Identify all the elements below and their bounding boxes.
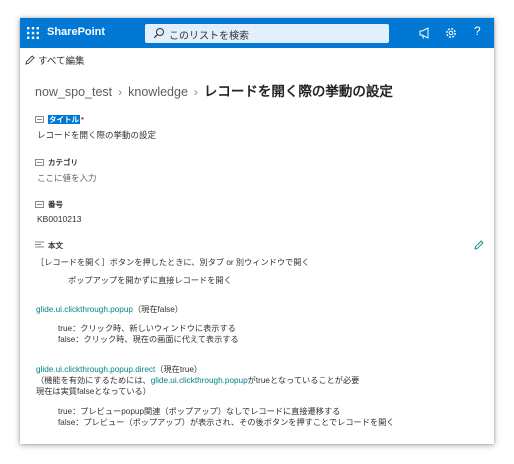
sharepoint-window: SharePoint このリストを検索 ? すべて編集 now_spo_test… — [20, 18, 494, 444]
app-brand[interactable]: SharePoint — [47, 26, 105, 38]
body-paragraph-1-heading: glide.ui.clickthrough.popup（現在false） — [36, 303, 183, 315]
search-placeholder: このリストを検索 — [169, 31, 249, 42]
breadcrumb: now_spo_test › knowledge › レコードを開く際の挙動の設定 — [35, 80, 393, 101]
field-text-icon — [35, 201, 44, 208]
rich-text-icon — [35, 241, 44, 251]
title-label-text: タイトル — [48, 115, 80, 124]
pencil-icon — [25, 55, 35, 65]
app-launcher-icon[interactable] — [26, 26, 40, 40]
page-title: レコードを開く際の挙動の設定 — [203, 84, 393, 99]
note-text: （機能を有効にするためには、 — [36, 376, 151, 385]
suite-bar: SharePoint このリストを検索 ? — [20, 18, 494, 48]
required-mark: * — [81, 115, 84, 124]
breadcrumb-list-link[interactable]: knowledge — [128, 85, 188, 99]
number-field-value[interactable]: KB0010213 — [37, 214, 81, 224]
title-field-value[interactable]: レコードを開く際の挙動の設定 — [37, 129, 156, 141]
edit-all-label: すべて編集 — [38, 56, 85, 67]
property-status: （現在false） — [132, 305, 183, 314]
edit-pencil-icon[interactable] — [474, 240, 484, 250]
number-field-label: 番号 — [35, 199, 63, 210]
number-label-text: 番号 — [48, 200, 63, 209]
body-p1-false: false：クリック時、現在の画面に代えて表示する — [58, 335, 239, 344]
breadcrumb-site-link[interactable]: now_spo_test — [35, 85, 112, 99]
help-icon[interactable]: ? — [474, 24, 481, 38]
breadcrumb-separator: › — [193, 85, 198, 99]
body-line-1: ［レコードを開く］ボタンを押したときに、別タブ or 別ウィンドウで開く — [36, 258, 310, 267]
search-input[interactable]: このリストを検索 — [145, 24, 389, 43]
body-p2-note-2: 現在は実質falseとなっている） — [36, 387, 151, 396]
field-text-icon — [35, 159, 44, 166]
property-status: （現在true） — [155, 365, 203, 374]
category-label-text: カテゴリ — [48, 158, 78, 167]
field-text-icon — [35, 116, 44, 123]
edit-all-button[interactable]: すべて編集 — [25, 53, 84, 67]
property-link[interactable]: glide.ui.clickthrough.popup.direct — [36, 365, 155, 374]
property-link[interactable]: glide.ui.clickthrough.popup — [36, 305, 133, 314]
category-field-input[interactable]: ここに値を入力 — [37, 172, 97, 184]
body-field-label: 本文 — [35, 240, 63, 251]
body-line-2: ポップアップを開かずに直接レコードを開く — [68, 276, 232, 285]
title-field-label: タイトル * — [35, 114, 84, 125]
breadcrumb-separator: › — [118, 85, 123, 99]
category-field-label: カテゴリ — [35, 157, 78, 168]
megaphone-icon[interactable] — [418, 26, 432, 40]
note-text: がtrueとなっていることが必要 — [247, 376, 360, 385]
body-p2-false: false：プレビュー（ポップアップ）が表示され、その後ボタンを押すことでレコー… — [58, 418, 395, 427]
search-icon — [153, 28, 164, 39]
body-label-text: 本文 — [48, 241, 63, 250]
settings-gear-icon[interactable] — [444, 26, 458, 40]
property-link[interactable]: glide.ui.clickthrough.popup — [151, 376, 248, 385]
